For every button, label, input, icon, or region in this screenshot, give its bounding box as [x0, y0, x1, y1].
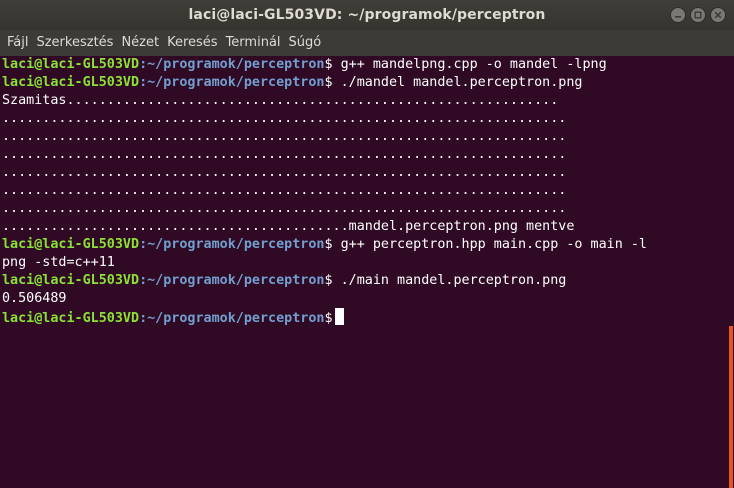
scrollbar[interactable] — [728, 56, 734, 488]
output-line: ........................................… — [2, 201, 567, 216]
prompt-user-host: laci@laci-GL503VD — [2, 273, 140, 288]
prompt-path: :~/programok/perceptron — [139, 57, 325, 72]
window-title: laci@laci-GL503VD: ~/programok/perceptro… — [188, 7, 546, 23]
prompt-path: :~/programok/perceptron — [139, 311, 325, 326]
prompt-path: :~/programok/perceptron — [139, 75, 325, 90]
scrollbar-thumb[interactable] — [729, 326, 733, 488]
menu-help[interactable]: Súgó — [285, 30, 326, 56]
command-wrap-line: png -std=c++11 — [2, 255, 115, 270]
title-bar[interactable]: laci@laci-GL503VD: ~/programok/perceptro… — [0, 0, 734, 30]
output-line: ........................................… — [2, 129, 567, 144]
prompt-symbol: $ — [324, 57, 333, 72]
output-line: 0.506489 — [2, 291, 67, 306]
menu-terminal[interactable]: Terminál — [222, 30, 285, 56]
prompt-user-host: laci@laci-GL503VD — [2, 57, 140, 72]
prompt-symbol: $ — [324, 311, 333, 326]
terminal-line: laci@laci-GL503VD:~/programok/perceptron… — [2, 56, 728, 74]
prompt-user-host: laci@laci-GL503VD — [2, 75, 140, 90]
output-line: ........................................… — [2, 219, 575, 234]
command-text: ./mandel mandel.perceptron.png — [332, 75, 583, 90]
command-text: ./main mandel.perceptron.png — [332, 273, 567, 288]
prompt-path: :~/programok/perceptron — [139, 237, 325, 252]
prompt-user-host: laci@laci-GL503VD — [2, 237, 140, 252]
terminal-line: laci@laci-GL503VD:~/programok/perceptron… — [2, 236, 728, 254]
menu-bar: Fájl Szerkesztés Nézet Keresés Terminál … — [0, 30, 734, 56]
minimize-icon[interactable] — [670, 7, 686, 23]
output-line: ........................................… — [2, 111, 567, 126]
maximize-icon[interactable] — [690, 7, 706, 23]
text-cursor — [334, 308, 344, 325]
terminal-line: laci@laci-GL503VD:~/programok/perceptron… — [2, 308, 728, 326]
command-text: g++ perceptron.hpp main.cpp -o main -l — [332, 237, 647, 252]
close-icon[interactable] — [710, 7, 726, 23]
menu-view[interactable]: Nézet — [117, 30, 163, 56]
terminal-output[interactable]: laci@laci-GL503VD:~/programok/perceptron… — [0, 56, 728, 488]
terminal-window: laci@laci-GL503VD: ~/programok/perceptro… — [0, 0, 734, 488]
prompt-symbol: $ — [324, 273, 333, 288]
output-line: Szamitas................................… — [2, 93, 559, 108]
window-controls — [670, 7, 726, 23]
prompt-symbol: $ — [324, 75, 333, 90]
menu-search[interactable]: Keresés — [163, 30, 221, 56]
menu-edit[interactable]: Szerkesztés — [32, 30, 117, 56]
menu-file[interactable]: Fájl — [3, 30, 32, 56]
prompt-path: :~/programok/perceptron — [139, 273, 325, 288]
output-line: ........................................… — [2, 183, 567, 198]
command-text: g++ mandelpng.cpp -o mandel -lpng — [332, 57, 607, 72]
output-line: ........................................… — [2, 165, 567, 180]
terminal-line: laci@laci-GL503VD:~/programok/perceptron… — [2, 272, 728, 290]
prompt-user-host: laci@laci-GL503VD — [2, 311, 140, 326]
prompt-symbol: $ — [324, 237, 333, 252]
output-line: ........................................… — [2, 147, 567, 162]
terminal-line: laci@laci-GL503VD:~/programok/perceptron… — [2, 74, 728, 92]
